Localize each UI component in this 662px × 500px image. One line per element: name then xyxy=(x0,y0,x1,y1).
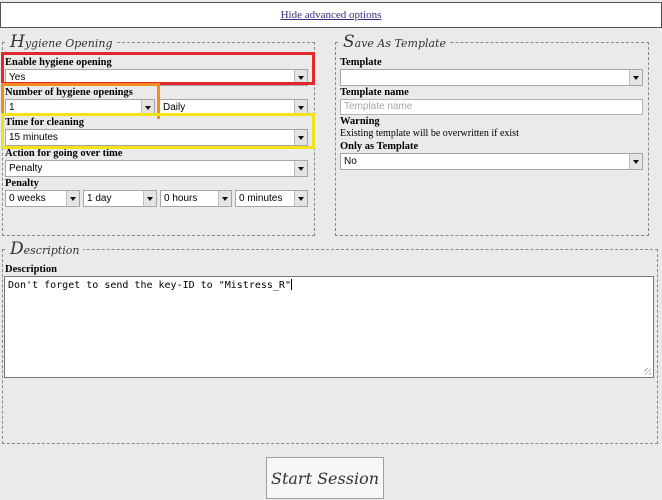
chevron-down-icon xyxy=(143,191,156,206)
enable-hygiene-label: Enable hygiene opening xyxy=(5,57,112,68)
chevron-down-icon xyxy=(294,191,307,206)
description-textarea[interactable]: Don't forget to send the key-ID to "Mist… xyxy=(4,276,654,378)
start-session-button[interactable]: Start Session xyxy=(266,457,384,499)
penalty-days-select[interactable]: 1 day xyxy=(83,190,157,207)
template-name-label: Template name xyxy=(340,87,409,98)
description-label: Description xyxy=(5,264,57,275)
chevron-down-icon xyxy=(294,161,307,176)
penalty-weeks-select[interactable]: 0 weeks xyxy=(5,190,80,207)
penalty-label: Penalty xyxy=(5,178,39,189)
enable-hygiene-select[interactable]: Yes xyxy=(5,69,308,86)
resize-grip-icon[interactable] xyxy=(644,368,651,375)
description-legend: Description xyxy=(6,241,84,259)
number-of-openings-label: Number of hygiene openings xyxy=(5,87,133,98)
chevron-down-icon xyxy=(629,154,642,169)
chevron-down-icon xyxy=(294,100,307,115)
advanced-options-bar: Hide advanced options xyxy=(0,2,662,28)
hide-advanced-options-link[interactable]: Hide advanced options xyxy=(281,9,382,21)
save-as-template-legend: Save As Template xyxy=(339,34,450,52)
time-for-cleaning-label: Time for cleaning xyxy=(5,117,84,128)
hygiene-opening-legend: Hygiene Opening xyxy=(6,34,117,52)
chevron-down-icon xyxy=(629,70,642,85)
template-select[interactable] xyxy=(340,69,643,86)
warning-label: Warning xyxy=(340,116,380,127)
time-for-cleaning-select[interactable]: 15 minutes xyxy=(5,129,308,146)
chevron-down-icon xyxy=(141,100,154,115)
only-as-template-select[interactable]: No xyxy=(340,153,643,170)
text-cursor xyxy=(290,279,292,290)
chevron-down-icon xyxy=(294,130,307,145)
number-of-openings-select[interactable]: 1 xyxy=(5,99,155,116)
chevron-down-icon xyxy=(218,191,231,206)
chevron-down-icon xyxy=(294,70,307,85)
only-as-template-label: Only as Template xyxy=(340,141,419,152)
overtime-action-select[interactable]: Penalty xyxy=(5,160,308,177)
penalty-minutes-select[interactable]: 0 minutes xyxy=(235,190,308,207)
template-label: Template xyxy=(340,57,382,68)
penalty-hours-select[interactable]: 0 hours xyxy=(160,190,232,207)
opening-period-select[interactable]: Daily xyxy=(159,99,308,116)
overtime-action-label: Action for going over time xyxy=(5,148,123,159)
warning-text: Existing template will be overwritten if… xyxy=(340,128,519,139)
chevron-down-icon xyxy=(66,191,79,206)
template-name-input[interactable]: Template name xyxy=(340,99,643,115)
